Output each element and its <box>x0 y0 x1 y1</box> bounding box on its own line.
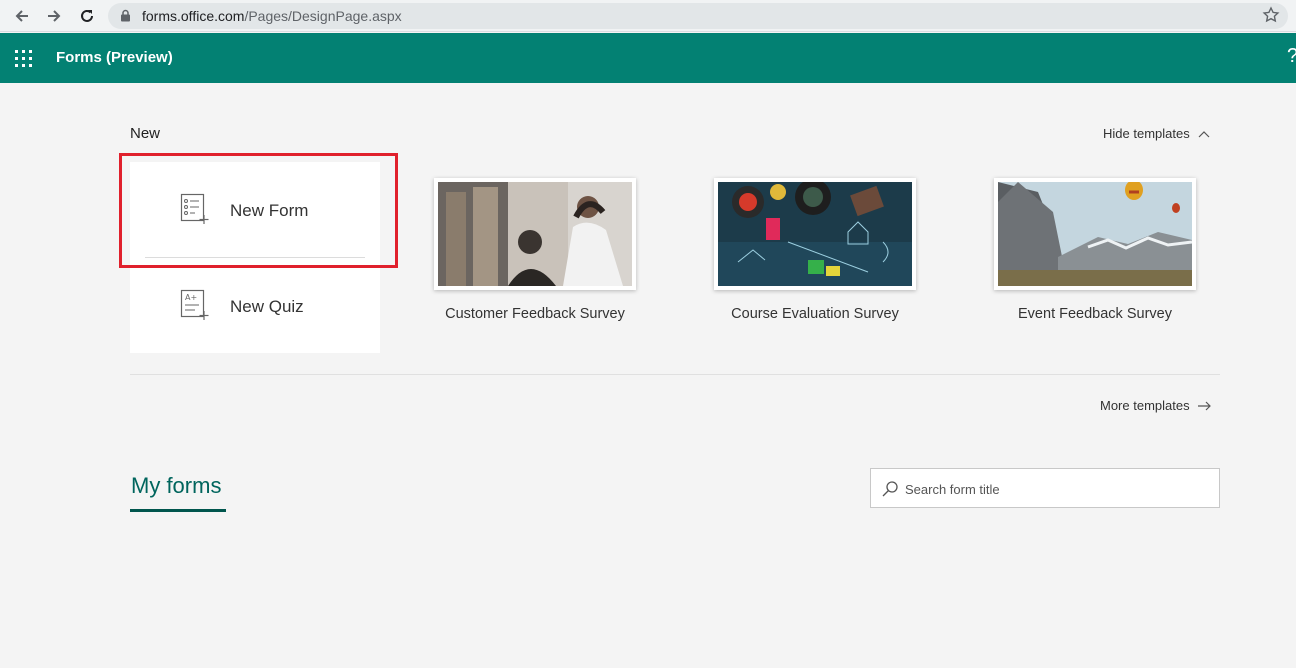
template-course-evaluation[interactable]: Course Evaluation Survey <box>714 178 916 322</box>
section-divider <box>130 374 1220 375</box>
search-icon <box>881 480 899 503</box>
hide-templates-label: Hide templates <box>1103 126 1190 141</box>
search-input[interactable] <box>905 477 1205 501</box>
app-header: Forms (Preview) ? <box>0 33 1296 83</box>
tab-my-forms[interactable]: My forms <box>131 473 221 499</box>
bookmark-star-icon[interactable] <box>1262 6 1280 29</box>
create-card: New Form A+ New Quiz <box>130 162 380 353</box>
more-templates-button[interactable]: More templates <box>1100 398 1211 413</box>
new-form-icon <box>180 193 212 230</box>
new-form-label: New Form <box>230 201 309 220</box>
chalkboard-image <box>718 182 912 286</box>
template-thumbnail <box>714 178 916 290</box>
more-templates-label: More templates <box>1100 398 1190 413</box>
url-domain: forms.office.com <box>142 8 245 24</box>
hide-templates-button[interactable]: Hide templates <box>1103 126 1210 141</box>
browser-toolbar: forms.office.com/Pages/DesignPage.aspx <box>0 0 1296 32</box>
new-form-button[interactable]: New Form <box>130 162 380 257</box>
url-path: /Pages/DesignPage.aspx <box>244 8 402 24</box>
svg-text:A+: A+ <box>185 293 197 302</box>
reload-icon[interactable] <box>75 4 99 28</box>
template-thumbnail <box>994 178 1196 290</box>
url-text: forms.office.com/Pages/DesignPage.aspx <box>142 8 402 24</box>
new-section-heading: New <box>130 125 161 142</box>
template-name: Customer Feedback Survey <box>445 306 625 322</box>
back-arrow-icon[interactable] <box>10 4 34 28</box>
new-quiz-button[interactable]: A+ New Quiz <box>130 258 380 353</box>
search-box <box>870 468 1220 508</box>
app-launcher-icon[interactable] <box>15 50 33 68</box>
app-title[interactable]: Forms (Preview) <box>56 49 173 66</box>
template-name: Event Feedback Survey <box>1018 306 1172 322</box>
template-name: Course Evaluation Survey <box>731 306 899 322</box>
template-thumbnail <box>434 178 636 290</box>
template-customer-feedback[interactable]: Customer Feedback Survey <box>434 178 636 322</box>
template-event-feedback[interactable]: Event Feedback Survey <box>994 178 1196 322</box>
help-icon[interactable]: ? <box>1287 45 1296 68</box>
forward-arrow-icon[interactable] <box>42 4 66 28</box>
new-quiz-label: New Quiz <box>230 297 304 316</box>
tab-underline <box>130 509 226 512</box>
lock-icon <box>120 9 131 27</box>
office-people-image <box>438 182 632 286</box>
chevron-up-icon <box>1198 130 1210 137</box>
new-quiz-icon: A+ <box>180 289 212 326</box>
arrow-right-icon <box>1197 401 1211 410</box>
address-bar[interactable]: forms.office.com/Pages/DesignPage.aspx <box>108 3 1288 29</box>
mountain-balloons-image <box>998 182 1192 286</box>
